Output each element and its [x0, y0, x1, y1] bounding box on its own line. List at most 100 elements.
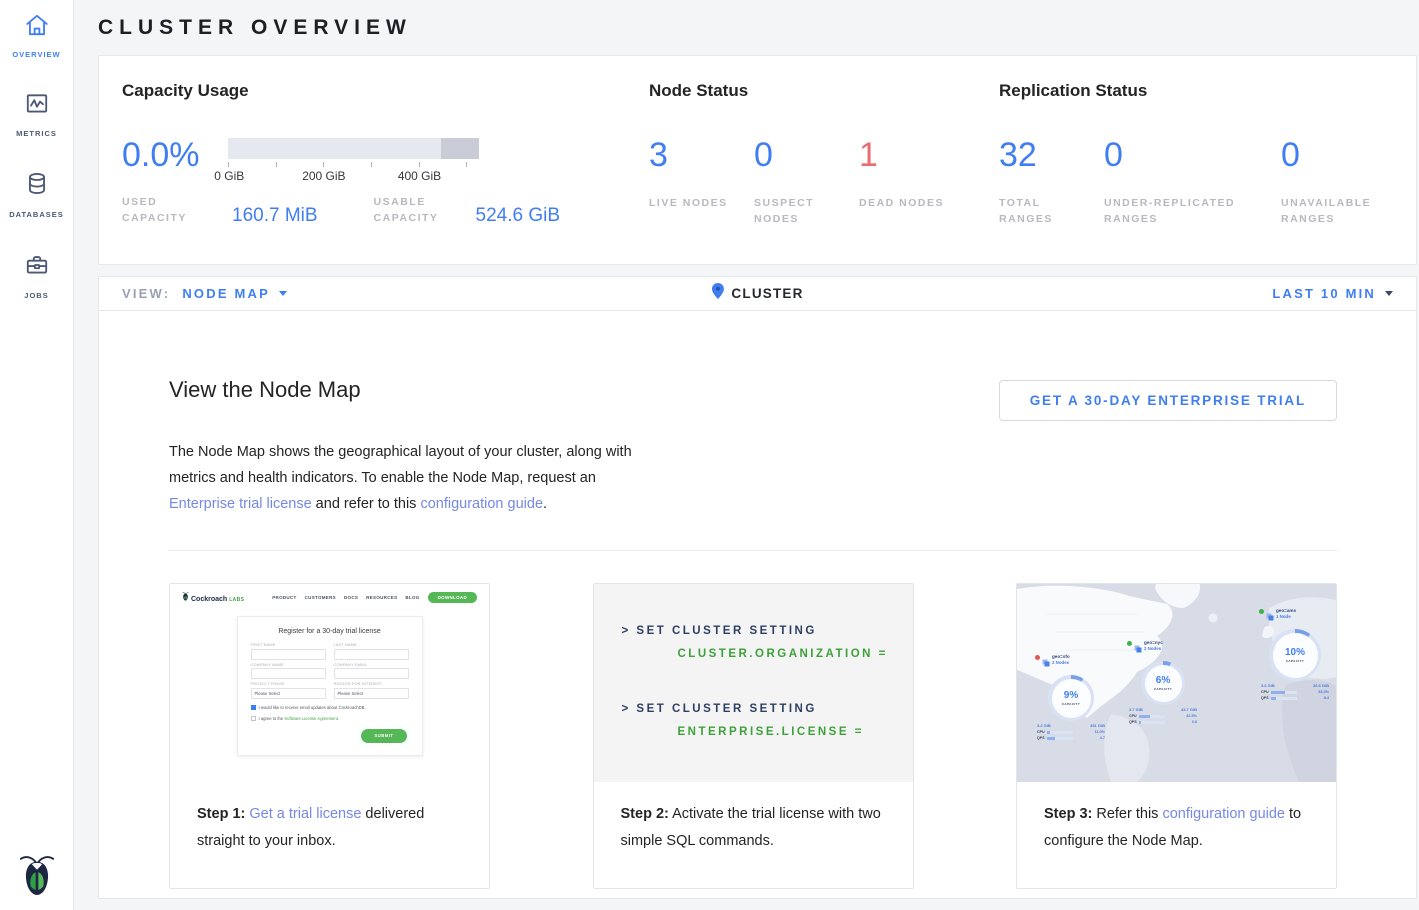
cockroach-labs-logo: Cockroach LABS	[182, 592, 244, 603]
step3-card: geo=sfo2 Nodes 9%CAPACITY 3.2 GiB351 GiB…	[1016, 583, 1337, 889]
mini-input	[334, 649, 409, 660]
mini-input	[251, 668, 326, 679]
divider	[169, 550, 1337, 551]
mini-nav-item: PRODUCT	[272, 595, 296, 600]
sql-setting-line: ENTERPRISE.LICENSE =	[678, 726, 913, 738]
step3-label: Step 3:	[1044, 806, 1092, 822]
mini-nav-item: RESOURCES	[366, 595, 397, 600]
time-range-dropdown[interactable]: LAST 10 MIN	[1272, 286, 1393, 301]
mini-registration-form: Register for a 30-day trial license FIRS…	[237, 616, 423, 756]
brand-suffix: LABS	[229, 597, 244, 603]
enterprise-trial-license-link[interactable]: Enterprise trial license	[169, 496, 312, 512]
step3-caption: Step 3: Refer this configuration guide t…	[1017, 782, 1336, 854]
axis-tick-label: 200 GiB	[302, 169, 345, 183]
configuration-guide-link[interactable]: configuration guide	[420, 496, 543, 512]
unavailable-ranges-count: 0	[1281, 138, 1386, 172]
brand-name: Cockroach	[191, 596, 227, 603]
usable-capacity-value: 524.6 GiB	[476, 206, 561, 225]
used-capacity-value: 160.7 MiB	[232, 206, 318, 225]
enterprise-trial-button[interactable]: GET A 30-DAY ENTERPRISE TRIAL	[999, 380, 1337, 421]
sidebar-item-label: JOBS	[24, 291, 48, 300]
gauge-capacity-label: CAPACITY	[1062, 702, 1080, 706]
scope-label: CLUSTER	[731, 286, 803, 301]
capacity-gauge: 9%CAPACITY	[1048, 675, 1094, 721]
healthy-status-dot	[1127, 641, 1132, 646]
qps-label: QPS	[1129, 720, 1137, 724]
total-ranges-count: 32	[999, 138, 1104, 172]
step2-caption: Step 2: Activate the trial license with …	[594, 782, 913, 854]
view-label: VIEW:	[122, 286, 170, 301]
cockroachdb-logo	[0, 853, 74, 897]
gauge-capacity-label: CAPACITY	[1154, 687, 1172, 691]
mini-field-label: REASON FOR INTEREST	[334, 682, 409, 686]
suspect-nodes-label: SUSPECT NODES	[754, 195, 846, 227]
capacity-gauge: 6%CAPACITY	[1141, 661, 1185, 705]
sidebar-item-label: OVERVIEW	[12, 50, 60, 59]
gauge-percent: 9%	[1064, 691, 1078, 701]
capacity-usage-title: Capacity Usage	[122, 81, 649, 101]
step1-caption: Step 1: Get a trial license delivered st…	[170, 782, 489, 854]
sidebar: OVERVIEW METRICS DATABASES JOBS	[0, 0, 74, 910]
total-capacity: 43.7 GiB	[1181, 707, 1197, 712]
mini-select: Please Select	[334, 688, 409, 699]
view-selector-dropdown[interactable]: NODE MAP	[182, 286, 287, 301]
gauge-percent: 10%	[1285, 648, 1305, 658]
cpu-value: 53.3%	[1318, 690, 1329, 694]
mini-select: Please Select	[251, 688, 326, 699]
under-replicated-ranges-count: 0	[1104, 138, 1281, 172]
replication-status-section: Replication Status 32 TOTAL RANGES 0 UND…	[999, 81, 1416, 264]
mini-field-label: COMPANY NAME	[251, 663, 326, 667]
step1-card: Cockroach LABS PRODUCT CUSTOMERS DOCS RE…	[169, 583, 490, 889]
cpu-label: CPU	[1129, 714, 1137, 718]
step1-label: Step 1:	[197, 806, 245, 822]
gauge-capacity-label: CAPACITY	[1286, 659, 1304, 663]
mini-input	[251, 649, 326, 660]
used-capacity: 3.6 GiB	[1261, 683, 1275, 688]
used-capacity-label: USED CAPACITY	[122, 194, 210, 226]
configuration-guide-link[interactable]: configuration guide	[1162, 806, 1285, 822]
capacity-gauge: 10%CAPACITY	[1269, 629, 1321, 681]
capacity-usage-section: Capacity Usage 0.0% 0 GiB 200 Gi	[122, 81, 649, 264]
get-trial-license-link[interactable]: Get a trial license	[249, 806, 361, 822]
sidebar-item-metrics[interactable]: METRICS	[0, 92, 74, 138]
mini-nav-item: BLOG	[405, 595, 419, 600]
live-nodes-count: 3	[649, 138, 754, 172]
mini-input	[334, 668, 409, 679]
axis-tick-label: 0 GiB	[214, 169, 244, 183]
warning-status-dot	[1035, 655, 1040, 660]
view-toolbar: VIEW: NODE MAP CLUSTER LAST 10 MIN	[98, 276, 1417, 311]
replication-status-title: Replication Status	[999, 81, 1416, 101]
mini-nav-item: DOCS	[344, 595, 358, 600]
chevron-down-icon	[279, 291, 287, 296]
content-area: CLUSTER OVERVIEW Capacity Usage 0.0%	[74, 0, 1419, 910]
under-replicated-ranges-label: UNDER-REPLICATED RANGES	[1104, 195, 1274, 227]
description-text: The Node Map shows the geographical layo…	[169, 444, 632, 486]
mini-download-button: DOWNLOAD	[428, 592, 477, 603]
mini-field-label: COMPANY EMAIL	[334, 663, 409, 667]
used-capacity: 3.2 GiB	[1037, 723, 1051, 728]
sidebar-item-overview[interactable]: OVERVIEW	[0, 13, 74, 59]
cpu-label: CPU	[1037, 730, 1045, 734]
briefcase-icon	[24, 252, 50, 283]
sidebar-item-databases[interactable]: DATABASES	[0, 171, 74, 219]
qps-value: 0.0	[1192, 720, 1197, 724]
suspect-nodes-count: 0	[754, 138, 859, 172]
mini-nav-item: CUSTOMERS	[305, 595, 336, 600]
node-map-preview-image: geo=sfo2 Nodes 9%CAPACITY 3.2 GiB351 GiB…	[1017, 584, 1336, 782]
sidebar-item-jobs[interactable]: JOBS	[0, 252, 74, 300]
total-capacity: 36.6 GiB	[1313, 683, 1329, 688]
mini-submit-button: SUBMIT	[361, 729, 406, 743]
mini-form-title: Register for a 30-day trial license	[251, 628, 409, 635]
sql-prompt-line: > SET CLUSTER SETTING	[622, 625, 913, 637]
node-status-title: Node Status	[649, 81, 999, 101]
cpu-label: CPU	[1261, 690, 1269, 694]
trial-license-site-preview-image: Cockroach LABS PRODUCT CUSTOMERS DOCS RE…	[170, 584, 489, 782]
mini-field-label: FIRST NAME	[251, 643, 326, 647]
dead-nodes-count: 1	[859, 138, 964, 172]
chevron-down-icon	[1385, 291, 1393, 296]
unavailable-ranges-label: UNAVAILABLE RANGES	[1281, 195, 1373, 227]
sql-setting-line: CLUSTER.ORGANIZATION =	[678, 648, 913, 660]
node-map-panel: View the Node Map GET A 30-DAY ENTERPRIS…	[98, 310, 1417, 899]
qps-label: QPS	[1037, 736, 1045, 740]
node-status-section: Node Status 3 LIVE NODES 0 SUSPECT NODES…	[649, 81, 999, 264]
